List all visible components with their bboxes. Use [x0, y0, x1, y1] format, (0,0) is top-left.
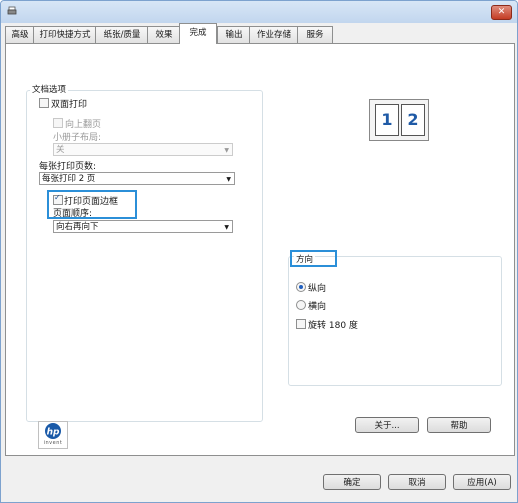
booklet-layout-value: 关	[56, 145, 65, 155]
portrait-label: 纵向	[308, 284, 327, 294]
chevron-down-icon: ▼	[226, 176, 231, 183]
pages-per-sheet-label: 每张打印页数:	[39, 162, 97, 172]
page-order-label: 页面顺序:	[53, 209, 93, 219]
close-button[interactable]: ✕	[491, 5, 512, 20]
tab-effects[interactable]: 效果	[147, 26, 181, 43]
orientation-label: 方向	[294, 253, 316, 265]
chevron-down-icon: ▼	[224, 147, 229, 154]
tab-advanced[interactable]: 高级	[5, 26, 35, 43]
hp-logo-icon: hp	[45, 423, 61, 439]
duplex-checkbox[interactable]	[39, 98, 49, 108]
flip-up-label: 向上翻页	[65, 120, 102, 130]
tab-output[interactable]: 输出	[217, 26, 251, 43]
duplex-label: 双面打印	[51, 100, 88, 110]
booklet-layout-select[interactable]: 关 ▼	[53, 143, 233, 156]
pages-per-sheet-select[interactable]: 每张打印 2 页 ▼	[39, 172, 235, 185]
tab-shortcuts[interactable]: 打印快捷方式	[33, 26, 97, 43]
document-options-label: 文档选项	[30, 83, 69, 95]
landscape-radio[interactable]	[296, 300, 306, 310]
chevron-down-icon: ▼	[224, 224, 229, 231]
page-order-select[interactable]: 向右再向下 ▼	[53, 220, 233, 233]
preview-page-2: 2	[401, 104, 425, 136]
hp-logo: hp invent	[38, 421, 68, 449]
tab-paper-quality[interactable]: 纸张/质量	[95, 26, 149, 43]
tab-services[interactable]: 服务	[297, 26, 333, 43]
title-bar: ✕	[1, 1, 517, 23]
pages-per-sheet-value: 每张打印 2 页	[42, 174, 96, 184]
tab-finishing[interactable]: 完成	[179, 23, 217, 44]
svg-text:hp: hp	[47, 428, 60, 438]
rotate-180-label: 旋转 180 度	[308, 321, 358, 331]
cancel-button[interactable]: 取消	[388, 474, 446, 490]
print-borders-checkbox[interactable]	[53, 193, 63, 205]
portrait-radio[interactable]	[296, 282, 306, 292]
page-order-value: 向右再向下	[56, 222, 99, 232]
help-button[interactable]: 帮助	[427, 417, 491, 433]
flip-up-checkbox[interactable]	[53, 118, 63, 128]
landscape-label: 横向	[308, 302, 327, 312]
about-button[interactable]: 关于...	[355, 417, 419, 433]
booklet-layout-label: 小册子布局:	[53, 133, 102, 143]
page-layout-preview: 1 2	[369, 99, 429, 141]
preview-page-1: 1	[375, 104, 399, 136]
ok-button[interactable]: 确定	[323, 474, 381, 490]
hp-tagline: invent	[43, 440, 63, 446]
printer-icon	[7, 6, 17, 15]
rotate-180-checkbox[interactable]	[296, 319, 306, 329]
finishing-panel: 文档选项 双面打印 向上翻页 小册子布局: 关 ▼ 每张打印页数: 每张打印 2…	[5, 43, 515, 456]
tab-job-storage[interactable]: 作业存储	[249, 26, 299, 43]
print-dialog-window: ✕ 高级 打印快捷方式 纸张/质量 效果 完成 输出 作业存储 服务 文档选项 …	[0, 0, 518, 503]
apply-button[interactable]: 应用(A)	[453, 474, 511, 490]
